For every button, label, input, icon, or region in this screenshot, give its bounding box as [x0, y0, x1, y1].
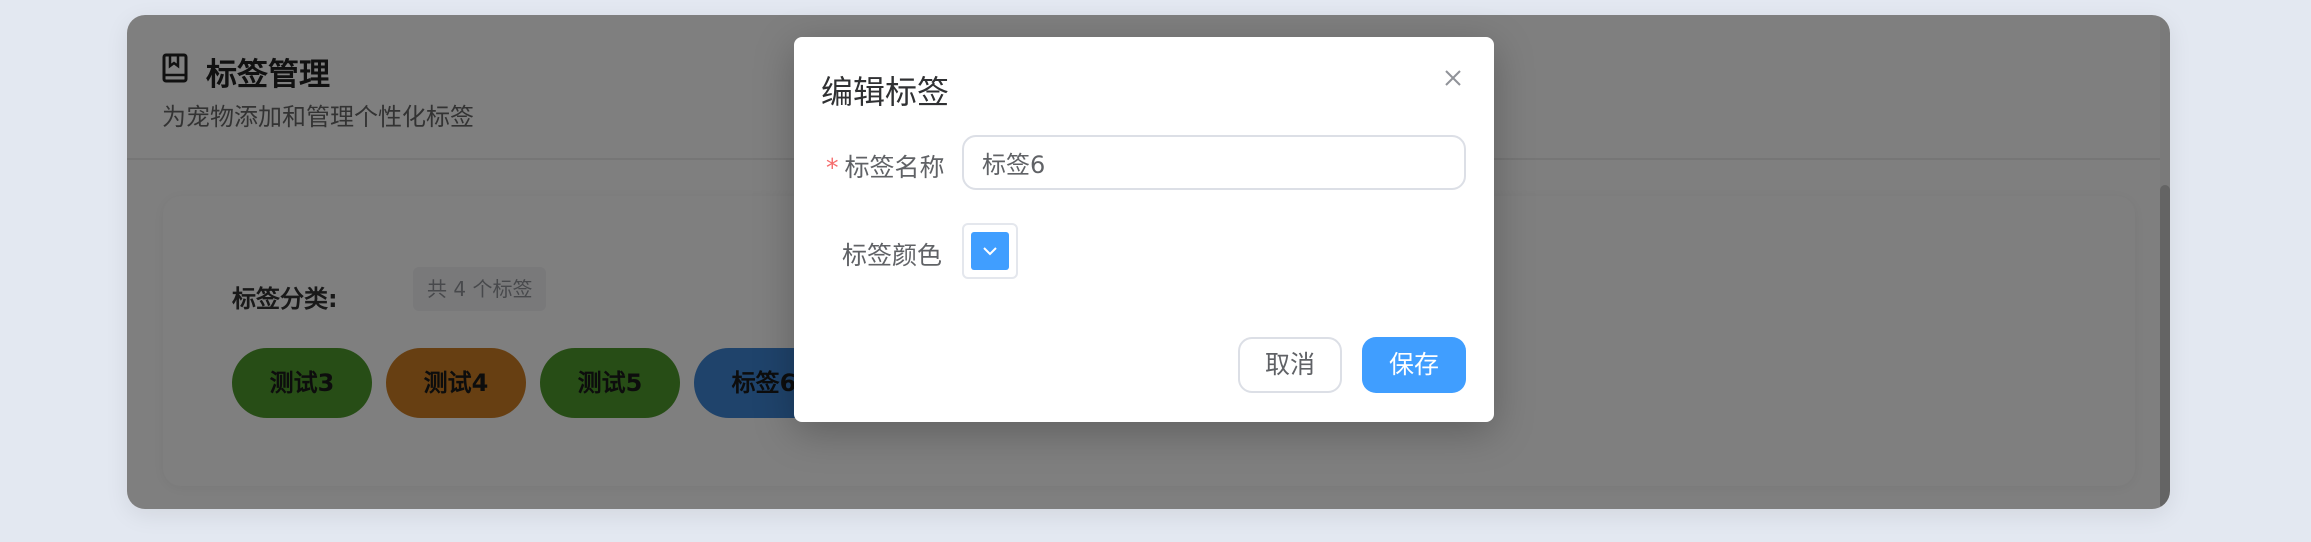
color-swatch [971, 232, 1009, 270]
edit-tag-dialog: 编辑标签 *标签名称 标签颜色 取消 保存 [794, 37, 1494, 422]
tag-name-label: * 标签名称 [826, 148, 945, 184]
required-mark: * [826, 153, 839, 182]
tag-color-label: 标签颜色 [842, 241, 943, 270]
tag-name-label-text: 标签名称 [844, 153, 945, 182]
save-button[interactable]: 保存 [1362, 337, 1466, 393]
chevron-down-icon [983, 247, 997, 256]
close-icon [1445, 70, 1461, 86]
close-button[interactable] [1438, 63, 1468, 93]
dialog-title: 编辑标签 [821, 73, 950, 111]
tag-name-input[interactable] [962, 135, 1466, 190]
cancel-button[interactable]: 取消 [1238, 337, 1342, 393]
color-picker[interactable] [962, 223, 1018, 279]
